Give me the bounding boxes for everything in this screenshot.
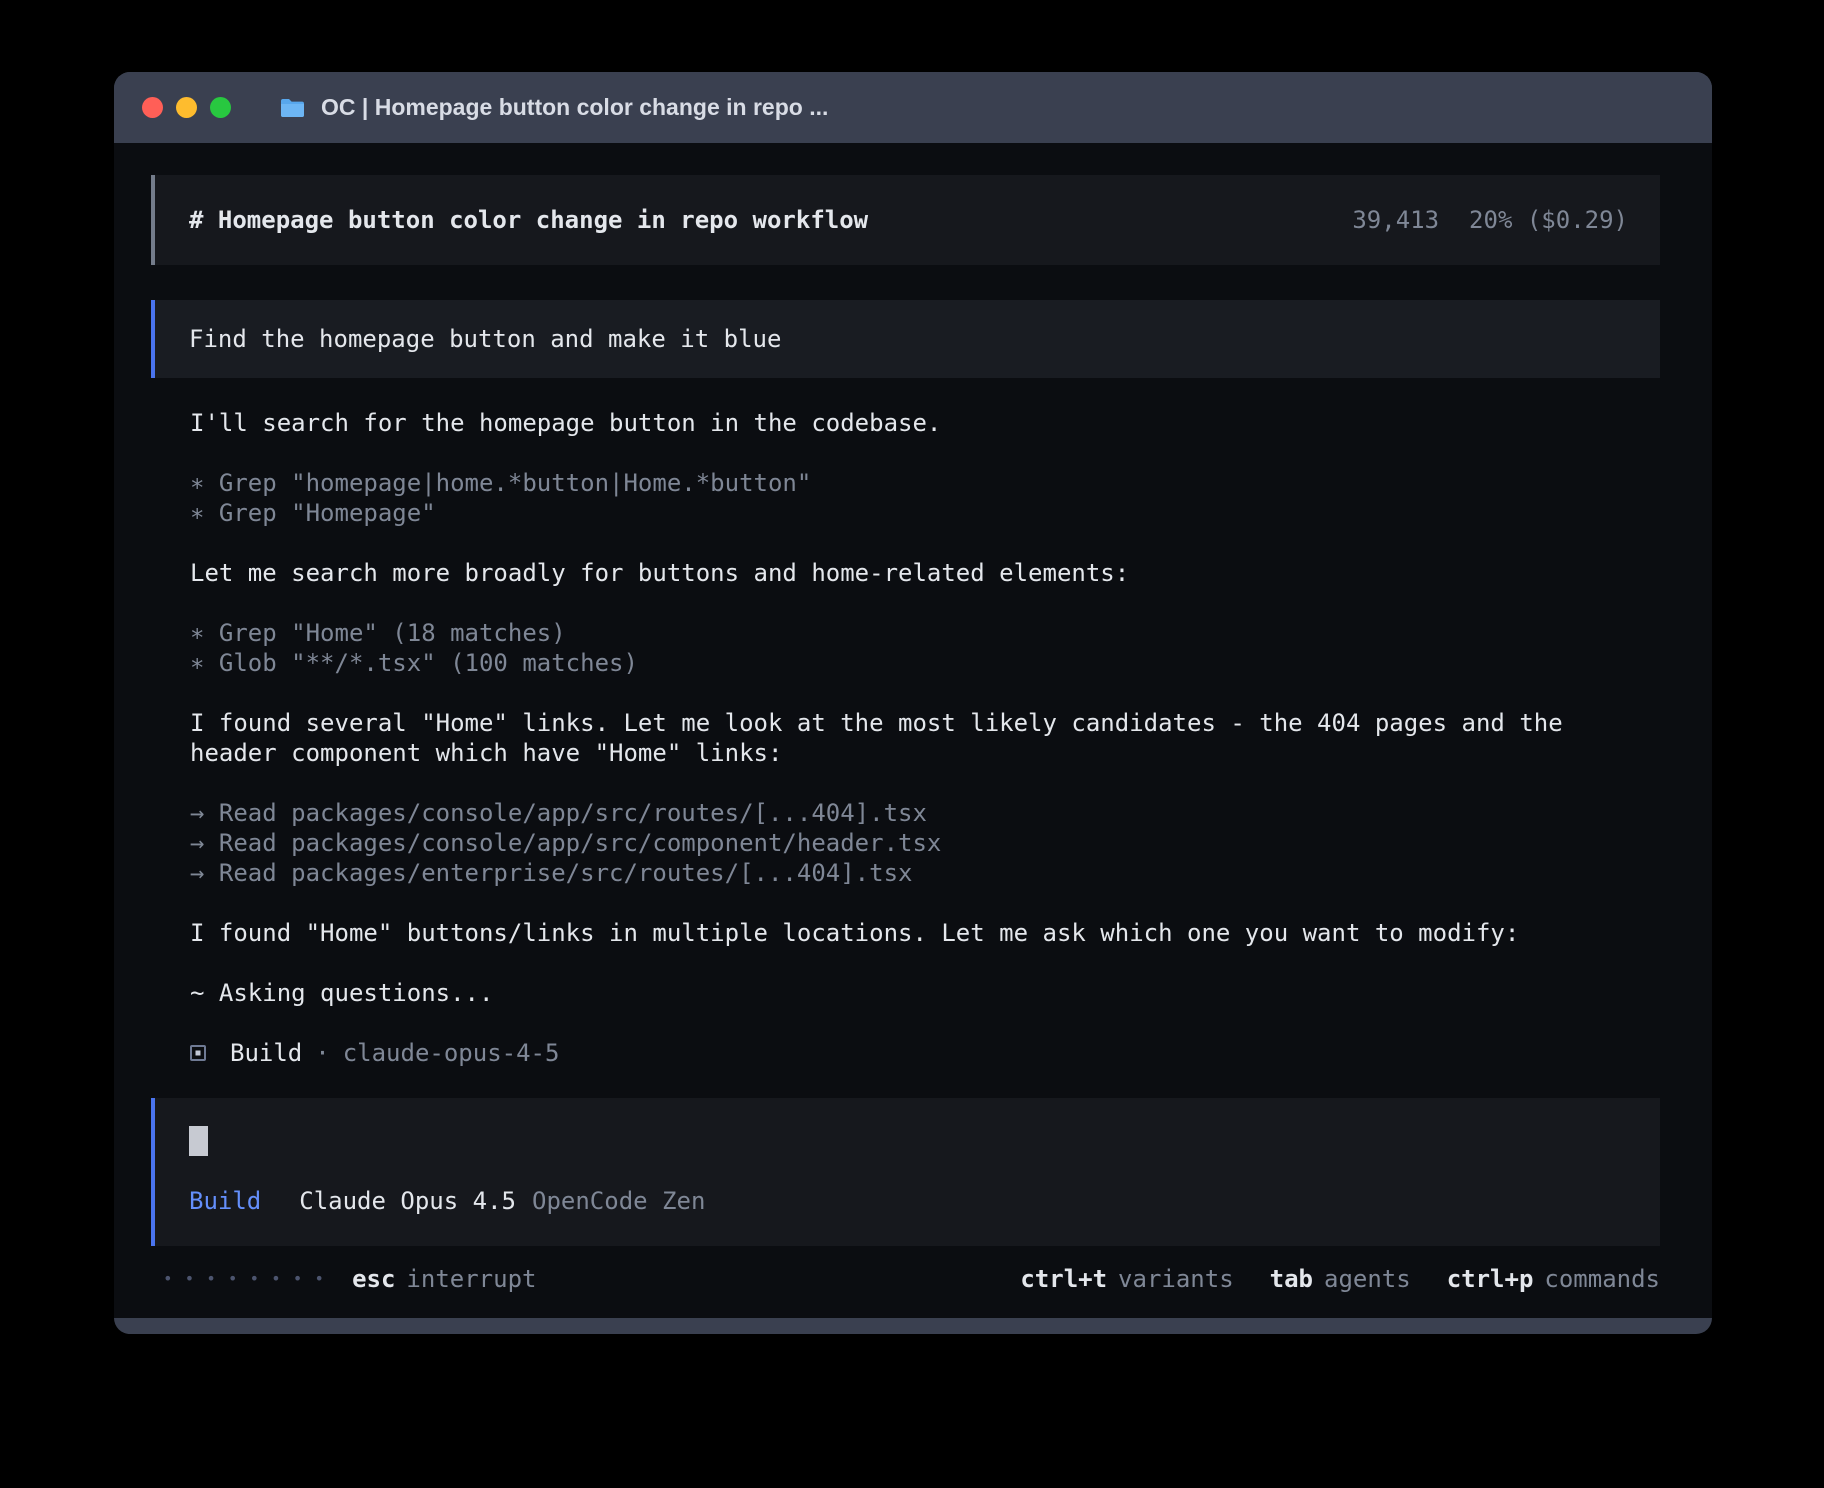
titlebar[interactable]: OC | Homepage button color change in rep…: [114, 72, 1712, 143]
tool-call-read: → Read packages/console/app/src/routes/[…: [190, 798, 1660, 828]
tool-call-glob: ∗ Glob "**/*.tsx" (100 matches): [190, 648, 1660, 678]
folder-icon: [279, 97, 306, 119]
status-bar-left: •••••••• esc interrupt: [163, 1264, 536, 1294]
session-title: # Homepage button color change in repo w…: [189, 205, 868, 235]
separator-dot: ·: [315, 1038, 329, 1068]
window-title: OC | Homepage button color change in rep…: [321, 94, 828, 121]
window-title-group: OC | Homepage button color change in rep…: [279, 94, 828, 121]
tool-call-grep: ∗ Grep "homepage|home.*button|Home.*butt…: [190, 468, 1660, 498]
assistant-message: I found several "Home" links. Let me loo…: [190, 708, 1660, 768]
model-label: Claude Opus 4.5: [299, 1186, 516, 1216]
user-message-text: Find the homepage button and make it blu…: [189, 325, 781, 353]
shortcut-agents[interactable]: tab agents: [1270, 1264, 1411, 1294]
session-header: # Homepage button color change in repo w…: [151, 175, 1660, 265]
shortcut-key: ctrl+p: [1447, 1264, 1534, 1294]
prompt-meta: Build Claude Opus 4.5 OpenCode Zen: [189, 1186, 1628, 1216]
shortcut-interrupt[interactable]: esc interrupt: [352, 1264, 536, 1294]
shortcut-label: variants: [1118, 1264, 1234, 1294]
shortcut-label: commands: [1544, 1264, 1660, 1294]
spinner-dots: ••••••••: [163, 1264, 336, 1294]
assistant-message: Let me search more broadly for buttons a…: [190, 558, 1660, 588]
token-count: 39,413: [1352, 205, 1439, 235]
terminal-window: OC | Homepage button color change in rep…: [114, 72, 1712, 1334]
shortcut-variants[interactable]: ctrl+t variants: [1020, 1264, 1233, 1294]
session-stats: 39,413 20% ($0.29): [1352, 205, 1628, 235]
status-bar-right: ctrl+t variants tab agents ctrl+p comman…: [1020, 1264, 1660, 1294]
shortcut-key: ctrl+t: [1020, 1264, 1107, 1294]
shortcut-key: tab: [1270, 1264, 1313, 1294]
close-button[interactable]: [142, 97, 163, 118]
tool-call-grep: ∗ Grep "Home" (18 matches): [190, 618, 1660, 648]
zoom-button[interactable]: [210, 97, 231, 118]
status-message: ~ Asking questions...: [190, 978, 1660, 1008]
provider-label: OpenCode Zen: [532, 1186, 705, 1216]
agent-status-line: Build · claude-opus-4-5: [190, 1038, 1660, 1068]
shortcut-label: interrupt: [406, 1264, 536, 1294]
agent-square-icon: [190, 1045, 206, 1061]
traffic-lights: [142, 97, 231, 118]
text-cursor: [189, 1126, 208, 1156]
context-usage: 20% ($0.29): [1469, 205, 1628, 235]
agent-model: claude-opus-4-5: [343, 1038, 560, 1068]
assistant-message: I'll search for the homepage button in t…: [190, 408, 1660, 438]
terminal-content: # Homepage button color change in repo w…: [114, 143, 1712, 1318]
tool-call-read: → Read packages/enterprise/src/routes/[.…: [190, 858, 1660, 888]
shortcut-label: agents: [1324, 1264, 1411, 1294]
agent-name: Build: [230, 1038, 302, 1068]
shortcut-commands[interactable]: ctrl+p commands: [1447, 1264, 1660, 1294]
shortcut-key: esc: [352, 1264, 395, 1294]
minimize-button[interactable]: [176, 97, 197, 118]
assistant-message: I found "Home" buttons/links in multiple…: [190, 918, 1660, 948]
agent-mode-badge[interactable]: Build: [189, 1186, 261, 1216]
transcript: I'll search for the homepage button in t…: [190, 378, 1660, 1068]
status-bar: •••••••• esc interrupt ctrl+t variants t…: [151, 1264, 1660, 1294]
user-message: Find the homepage button and make it blu…: [151, 300, 1660, 378]
tool-call-grep: ∗ Grep "Homepage": [190, 498, 1660, 528]
tool-call-read: → Read packages/console/app/src/componen…: [190, 828, 1660, 858]
prompt-input[interactable]: Build Claude Opus 4.5 OpenCode Zen: [151, 1098, 1660, 1246]
